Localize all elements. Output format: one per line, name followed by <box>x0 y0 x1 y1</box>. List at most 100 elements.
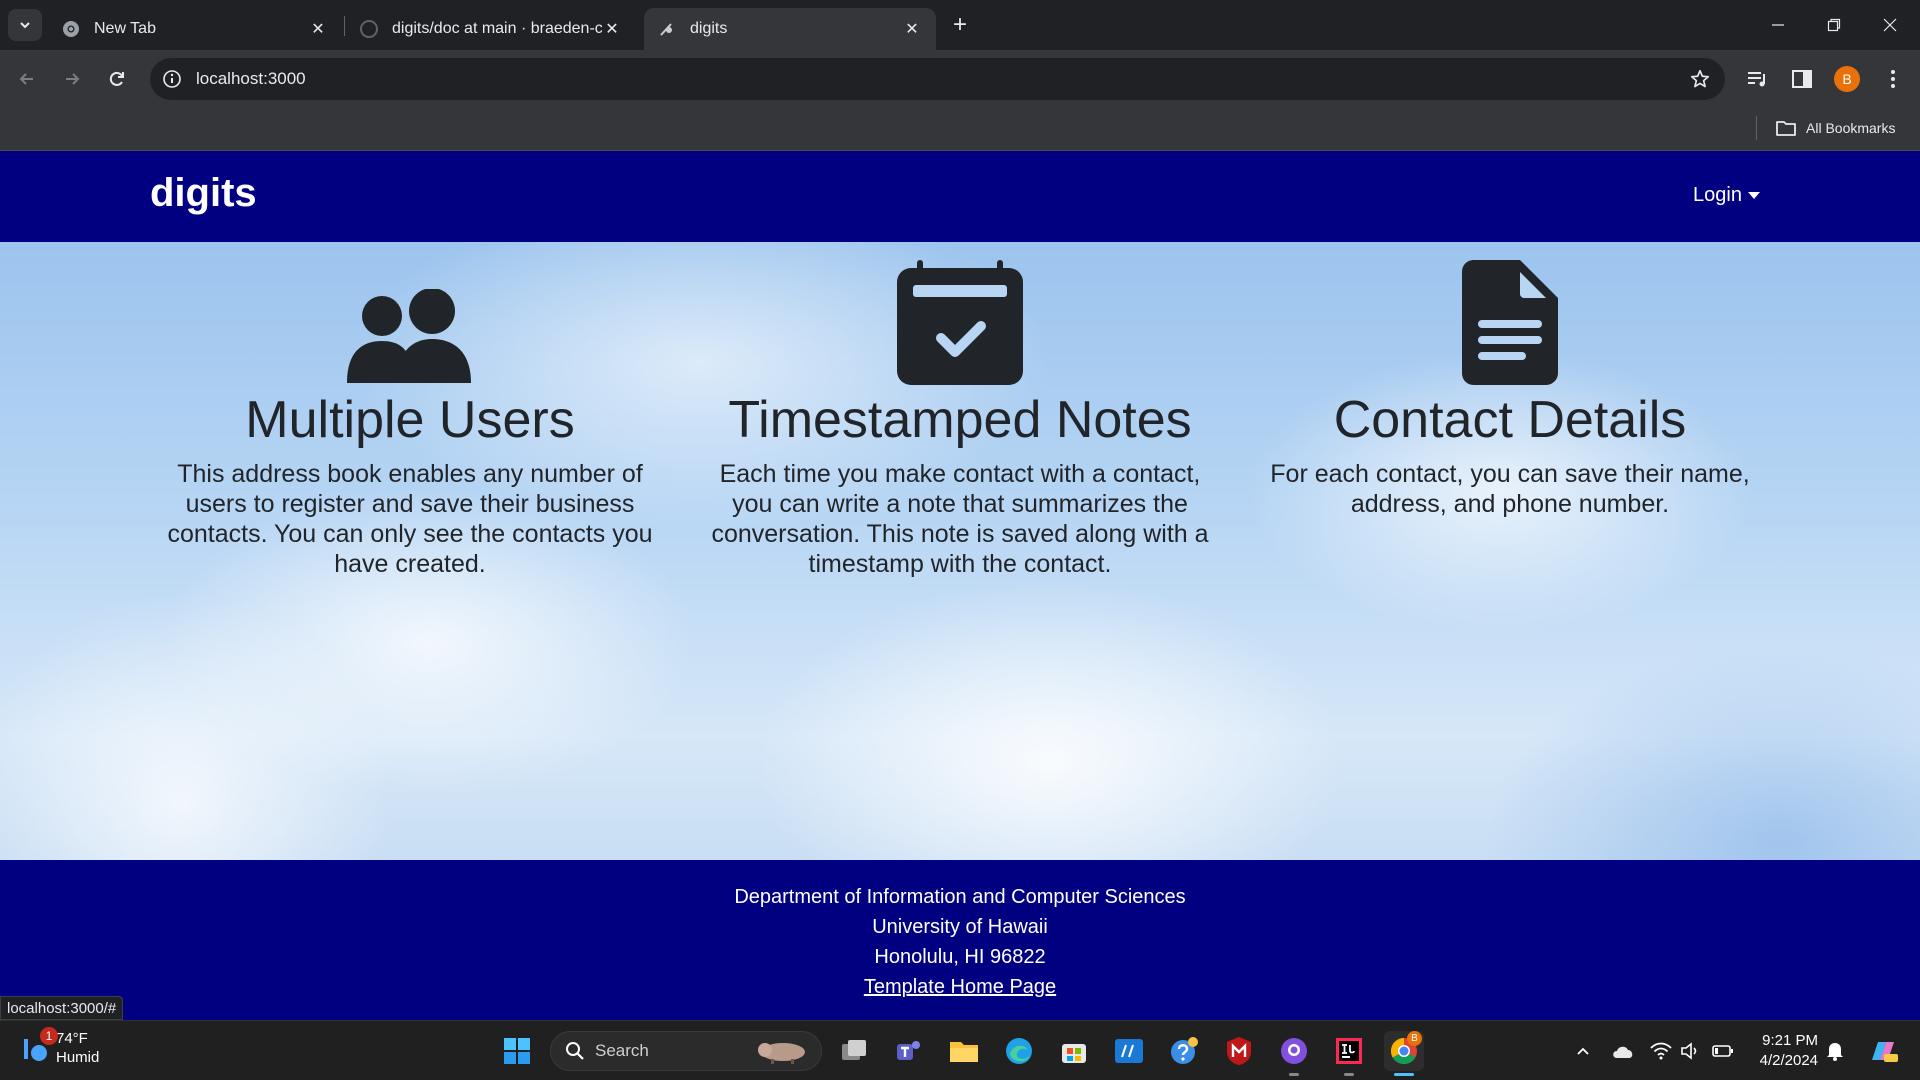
url-text[interactable]: localhost:3000 <box>196 69 306 89</box>
back-button[interactable] <box>10 62 44 96</box>
address-bar[interactable]: localhost:3000 <box>150 58 1725 100</box>
chrome-app[interactable]: B <box>1384 1031 1424 1071</box>
edge-app[interactable] <box>999 1031 1039 1071</box>
side-panel-button[interactable] <box>1789 66 1815 92</box>
weather-temp: 74°F <box>56 1030 88 1047</box>
wifi-button[interactable] <box>1648 1039 1674 1063</box>
reload-button[interactable] <box>100 62 134 96</box>
menu-button[interactable] <box>1880 66 1906 92</box>
notification-badge: 1 <box>40 1027 58 1045</box>
intellij-app[interactable] <box>1329 1031 1369 1071</box>
close-icon[interactable]: ✕ <box>902 19 922 39</box>
star-icon[interactable] <box>1689 68 1711 90</box>
battery-icon <box>1712 1045 1733 1057</box>
start-button[interactable] <box>497 1031 537 1071</box>
windows-taskbar: 1 74°F Humid Search B 9:21 PM 4/2/2024 <box>0 1020 1920 1080</box>
site-footer: Department of Information and Computer S… <box>0 860 1920 1020</box>
battery-button[interactable] <box>1710 1039 1736 1063</box>
info-icon[interactable] <box>162 69 182 89</box>
clock-date: 4/2/2024 <box>1759 1052 1818 1069</box>
login-label: Login <box>1693 184 1742 206</box>
github-desktop-app[interactable] <box>1274 1031 1314 1071</box>
edge-icon <box>1006 1038 1032 1064</box>
search-icon <box>566 1042 584 1060</box>
github-icon <box>1281 1038 1307 1064</box>
close-window-button[interactable] <box>1862 0 1918 50</box>
template-home-link[interactable]: Template Home Page <box>864 976 1056 998</box>
mcafee-icon <box>1227 1037 1251 1065</box>
feature-contact-details: Contact Details For each contact, you ca… <box>1260 257 1760 519</box>
tab-digits[interactable]: digits ✕ <box>644 8 936 50</box>
close-icon[interactable]: ✕ <box>308 19 328 39</box>
forward-button[interactable] <box>55 62 89 96</box>
footer-department: Department of Information and Computer S… <box>734 886 1186 908</box>
mcafee-app[interactable] <box>1219 1031 1259 1071</box>
feature-multiple-users: Multiple Users This address book enables… <box>160 257 660 579</box>
help-app[interactable] <box>1164 1031 1204 1071</box>
close-icon <box>1883 18 1897 32</box>
browser-toolbar: localhost:3000 B <box>0 50 1920 108</box>
feature-description: For each contact, you can save their nam… <box>1270 460 1750 518</box>
users-icon <box>347 289 471 383</box>
store-app[interactable] <box>1054 1031 1094 1071</box>
file-explorer-app[interactable] <box>944 1031 984 1071</box>
speaker-icon <box>1681 1042 1697 1060</box>
weather-desc: Humid <box>56 1049 100 1066</box>
weather-widget[interactable]: 1 74°F Humid <box>22 1027 100 1067</box>
teams-icon <box>897 1041 920 1060</box>
arrow-left-icon <box>19 73 33 85</box>
new-tab-button[interactable]: + <box>944 11 976 38</box>
profile-button[interactable]: B <box>1834 66 1860 92</box>
login-dropdown[interactable]: Login <box>1693 184 1760 207</box>
tab-new-tab[interactable]: New Tab ✕ <box>48 8 342 50</box>
chrome-icon <box>62 20 80 38</box>
status-bubble: localhost:3000/# <box>0 996 124 1020</box>
show-hidden-icons-button[interactable] <box>1570 1039 1596 1063</box>
taskbar-search[interactable]: Search <box>550 1031 822 1071</box>
folder-icon <box>950 1042 978 1062</box>
arrow-right-icon <box>66 73 80 85</box>
chevron-up-icon <box>1577 1047 1589 1055</box>
folder-icon <box>1776 121 1796 136</box>
tab-label: New Tab <box>94 20 156 37</box>
myhp-app[interactable] <box>1109 1031 1149 1071</box>
more-vertical-icon <box>1891 70 1895 88</box>
task-view-icon <box>842 1040 866 1060</box>
side-panel-icon <box>1792 70 1812 88</box>
reload-icon <box>109 71 124 86</box>
bookmarks-divider <box>1756 116 1757 140</box>
help-icon <box>1171 1037 1198 1064</box>
meteor-icon <box>658 20 676 38</box>
tab-strip: New Tab ✕ digits/doc at main · braeden-c… <box>0 0 1920 50</box>
chrome-profile-badge: B <box>1407 1031 1422 1046</box>
copilot-button[interactable] <box>1866 1039 1900 1063</box>
notifications-button[interactable] <box>1822 1039 1848 1063</box>
onedrive-button[interactable] <box>1610 1039 1636 1063</box>
minimize-button[interactable] <box>1750 0 1806 50</box>
restore-button[interactable] <box>1806 0 1862 50</box>
intellij-icon <box>1336 1038 1362 1064</box>
tab-search-button[interactable] <box>8 9 42 41</box>
minimize-icon <box>1772 24 1784 26</box>
all-bookmarks-label: All Bookmarks <box>1806 120 1896 136</box>
all-bookmarks-button[interactable]: All Bookmarks <box>1776 115 1895 141</box>
task-view-button[interactable] <box>834 1031 874 1071</box>
close-icon[interactable]: ✕ <box>602 19 622 39</box>
system-clock[interactable]: 9:21 PM 4/2/2024 <box>1752 1031 1818 1071</box>
feature-title: Timestamped Notes <box>728 391 1192 449</box>
site-brand[interactable]: digits <box>150 171 257 216</box>
tab-label: digits <box>690 20 728 37</box>
bookmarks-bar: All Bookmarks <box>0 108 1920 151</box>
media-controls-button[interactable] <box>1744 66 1770 92</box>
tab-github[interactable]: digits/doc at main · braeden-cs ✕ <box>346 8 636 50</box>
volume-button[interactable] <box>1678 1039 1704 1063</box>
restore-icon <box>1827 18 1841 32</box>
search-label: Search <box>595 1041 649 1060</box>
tab-label: digits/doc at main · braeden-cs <box>392 20 602 37</box>
running-indicator <box>1344 1073 1354 1076</box>
search-highlight-icon <box>758 1043 805 1064</box>
feature-description: This address book enables any number of … <box>167 460 653 578</box>
teams-app[interactable] <box>889 1031 929 1071</box>
feature-title: Multiple Users <box>245 391 575 449</box>
myhp-icon <box>1115 1039 1143 1063</box>
